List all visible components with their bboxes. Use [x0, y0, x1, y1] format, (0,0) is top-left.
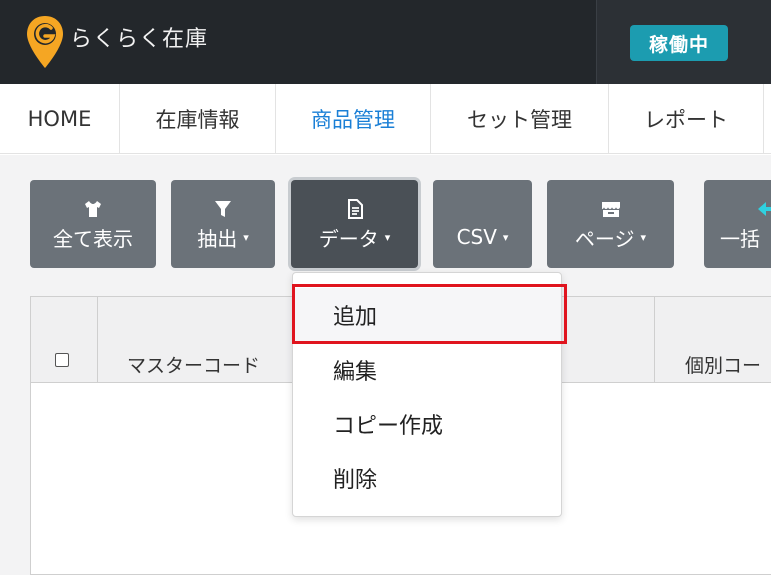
column-divider [654, 297, 655, 383]
data-button[interactable]: データ ▾ [291, 180, 418, 268]
bulk-label: 一括 [720, 226, 760, 251]
app-name: らくらく在庫 [70, 27, 209, 52]
chevron-down-icon: ▾ [243, 230, 249, 244]
page-label: ページ [574, 226, 635, 251]
menu-item-edit[interactable]: 編集 [293, 343, 561, 397]
store-icon [601, 201, 620, 217]
filter-label: 抽出 [197, 226, 238, 251]
column-divider [97, 297, 98, 383]
shirt-icon [85, 200, 101, 217]
nav-item-product-management[interactable]: 商品管理 [276, 84, 431, 154]
document-icon [347, 198, 363, 219]
map-pin-g-logo-icon [27, 16, 63, 68]
main-nav: HOME 在庫情報 商品管理 セット管理 レポート [0, 84, 771, 154]
csv-label: CSV [456, 225, 497, 249]
highlight-box [292, 284, 567, 344]
page-button[interactable]: ページ ▾ [547, 180, 674, 268]
chevron-down-icon: ▾ [384, 230, 391, 244]
filter-icon [215, 200, 231, 217]
bulk-button[interactable]: 一括 [704, 180, 771, 268]
status-badge: 稼働中 [630, 25, 728, 61]
select-all-checkbox[interactable] [55, 353, 69, 367]
menu-item-delete[interactable]: 削除 [293, 451, 561, 505]
data-label: データ [318, 226, 379, 251]
nav-item-report[interactable]: レポート [609, 84, 764, 154]
show-all-button[interactable]: 全て表示 [30, 180, 156, 268]
filter-button[interactable]: 抽出 ▾ [171, 180, 275, 268]
chevron-down-icon: ▾ [640, 230, 647, 244]
nav-item-inventory[interactable]: 在庫情報 [120, 84, 276, 154]
column-header-master-code[interactable]: マスターコード [127, 351, 260, 378]
csv-button[interactable]: CSV ▾ [433, 180, 532, 268]
menu-item-copy[interactable]: コピー作成 [293, 397, 561, 451]
app-header: らくらく在庫 稼働中 [0, 0, 771, 84]
chevron-down-icon: ▾ [502, 230, 509, 244]
nav-item-set-management[interactable]: セット管理 [431, 84, 609, 154]
brand[interactable]: らくらく在庫 [24, 14, 208, 70]
arrow-icon [758, 201, 771, 216]
nav-item-home[interactable]: HOME [0, 84, 120, 154]
show-all-label: 全て表示 [53, 226, 133, 251]
column-header-individual-code[interactable]: 個別コー [685, 351, 761, 378]
